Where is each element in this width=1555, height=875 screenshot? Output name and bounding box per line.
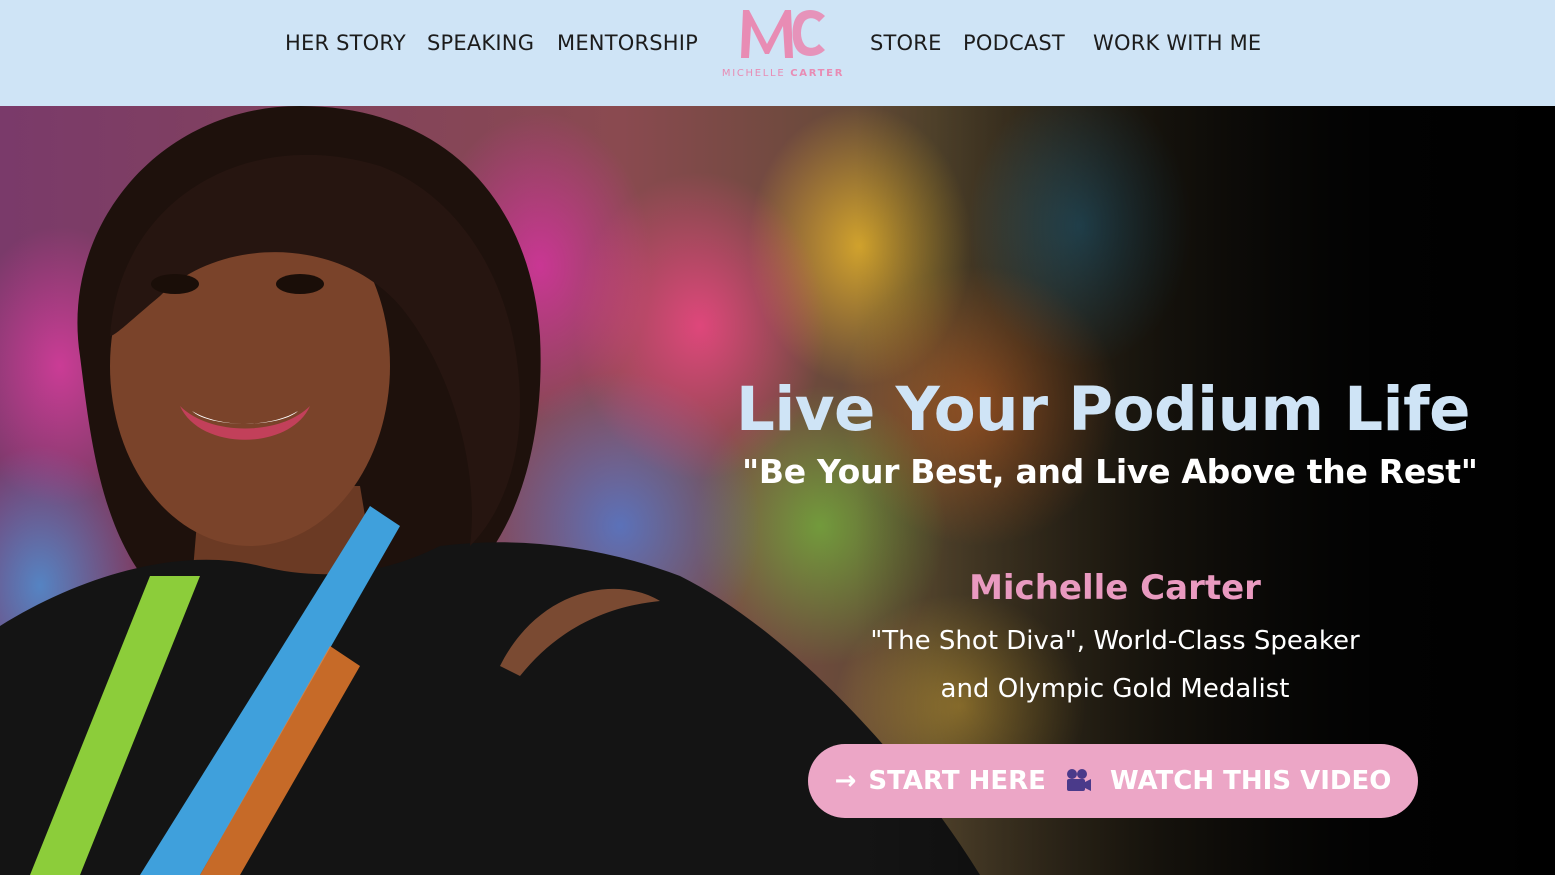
hero-section: Live Your Podium Life "Be Your Best, and… bbox=[0, 106, 1555, 875]
cta-start-label: START HERE bbox=[868, 766, 1046, 796]
hero-name: Michelle Carter bbox=[969, 568, 1261, 608]
video-camera-icon bbox=[1064, 768, 1092, 794]
hero-subtitle-line-2: and Olympic Gold Medalist bbox=[940, 674, 1290, 704]
nav-her-story[interactable]: HER STORY bbox=[285, 31, 406, 55]
nav-work-with-me[interactable]: WORK WITH ME bbox=[1093, 31, 1261, 55]
nav-store[interactable]: STORE bbox=[870, 31, 942, 55]
hero-title: Live Your Podium Life bbox=[736, 374, 1470, 445]
nav-speaking[interactable]: SPEAKING bbox=[427, 31, 534, 55]
logo-wordmark: MICHELLE CARTER bbox=[714, 68, 852, 79]
site-header: HER STORY SPEAKING MENTORSHIP MICHELLE C… bbox=[0, 0, 1555, 106]
arrow-right-icon: → bbox=[834, 766, 857, 796]
start-here-watch-video-button[interactable]: → START HERE WATCH THIS VIDEO bbox=[808, 744, 1418, 818]
nav-mentorship[interactable]: MENTORSHIP bbox=[557, 31, 698, 55]
site-logo[interactable]: MICHELLE CARTER bbox=[714, 2, 852, 84]
hero-quote: "Be Your Best, and Live Above the Rest" bbox=[742, 452, 1478, 491]
nav-podcast[interactable]: PODCAST bbox=[963, 31, 1065, 55]
cta-watch-label: WATCH THIS VIDEO bbox=[1109, 766, 1392, 796]
logo-last-name: CARTER bbox=[790, 68, 845, 79]
logo-first-name: MICHELLE bbox=[721, 68, 786, 79]
mc-monogram-icon bbox=[741, 10, 825, 58]
hero-subtitle-line-1: "The Shot Diva", World-Class Speaker bbox=[870, 626, 1360, 656]
